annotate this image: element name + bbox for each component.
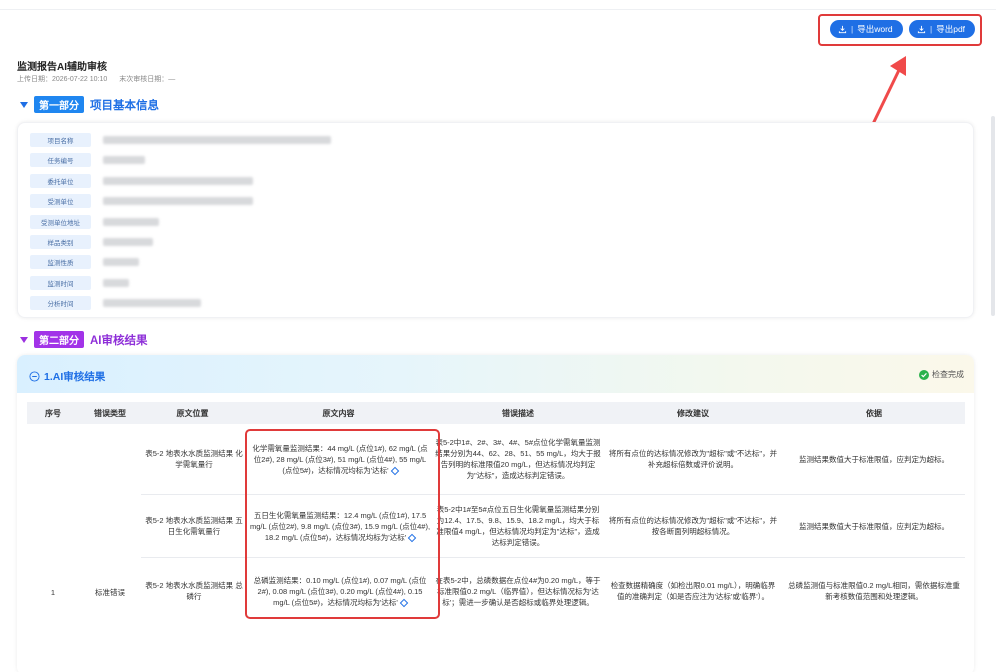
export-button-group: | 导出word | 导出pdf (818, 14, 982, 46)
section-2-badge: 第二部分 (34, 331, 84, 348)
redacted-value (103, 238, 153, 246)
upload-date: 上传日期：2026-07-22 10:10 (17, 76, 108, 83)
redacted-value (103, 299, 201, 307)
info-row-tested-unit: 受测单位 (30, 194, 253, 208)
top-bar (0, 0, 996, 10)
redacted-value (103, 258, 139, 266)
suggestion-cell: 将所有点位的达标情况修改为"超标"或"不达标"，并补充超标倍数或评价说明。 (608, 449, 778, 469)
description-cell: 表5-2中1#、2#、3#、4#、5#点位化学需氧量监测结果分别为44、62、2… (435, 438, 601, 480)
collapse-triangle-icon (20, 101, 28, 108)
location-cell: 表5-2 地表水水质监测结果 总磷行 (145, 581, 243, 601)
suggestion-cell: 将所有点位的达标情况修改为"超标"或"不达标"，并按各断面列明超标情况。 (608, 516, 778, 536)
suggestion-cell: 检查数据精确度（如检出限0.01 mg/L），明确临界值的准确判定（如是否应注为… (610, 581, 776, 601)
column-header: 序号 (45, 408, 61, 418)
location-cell: 表5-2 地表水水质监测结果 化学需氧量行 (145, 449, 243, 469)
section-1-title: 项目基本信息 (90, 99, 159, 112)
redacted-value (103, 218, 159, 226)
column-header: 原文位置 (176, 408, 209, 418)
check-circle-icon (919, 369, 929, 380)
info-label: 受测单位 (30, 194, 91, 208)
download-icon (917, 25, 926, 33)
description-cell: 在表5-2中，总磷数据在点位4#为0.20 mg/L，等于标准限值0.2 mg/… (435, 575, 601, 607)
export-pdf-label: 导出pdf (936, 24, 966, 34)
info-row-project-name: 项目名称 (30, 133, 331, 147)
basis-cell: 总磷监测值与标准限值0.2 mg/L相同，需依据标准重新考核数值范围和处理逻辑。 (788, 581, 960, 601)
section-2-title: AI审核结果 (90, 334, 148, 347)
section-2-header[interactable]: 第二部分 AI审核结果 (20, 331, 148, 348)
info-row-analysis-time: 分析时间 (30, 296, 201, 310)
description-cell: 表5-2中1#至5#点位五日生化需氧量监测结果分别为12.4、17.5、9.8、… (436, 505, 600, 547)
ai-review-toggle[interactable]: 1.AI审核结果 (29, 369, 105, 384)
download-icon (838, 25, 847, 33)
column-header: 依据 (866, 408, 882, 418)
separator: | (930, 24, 933, 34)
redacted-value (103, 197, 253, 205)
collapse-minus-icon (29, 371, 40, 382)
ai-review-card-header: 1.AI审核结果 检查完成 (17, 355, 974, 393)
report-meta: 上传日期：2026-07-22 10:10 末次审核日期：— (17, 74, 175, 84)
location-cell: 表5-2 地表水水质监测结果 五日生化需氧量行 (145, 516, 243, 536)
ai-review-card: 1.AI审核结果 检查完成 序号 错误类型 原文位置 原文内容 错误描述 修改建… (17, 355, 974, 672)
ai-review-card-title: 1.AI审核结果 (44, 371, 106, 383)
highlight-box (245, 429, 440, 619)
info-row-monitor-time: 监测时间 (30, 276, 129, 290)
last-review-date: 末次审核日期：— (119, 76, 176, 83)
page-title: 监测报告AI辅助审核 (17, 62, 107, 73)
basis-cell: 监测结果数值大于标准限值，应判定为超标。 (799, 454, 949, 464)
status-badge: 检查完成 (919, 369, 964, 380)
info-label: 受测单位地址 (30, 215, 91, 229)
redacted-value (103, 177, 253, 185)
project-info-card: 项目名称 任务编号 委托单位 受测单位 受测单位地址 样品类别 监测性质 监测时… (17, 122, 974, 318)
info-label: 委托单位 (30, 174, 91, 188)
column-header: 错误类型 (94, 408, 126, 418)
basis-cell: 监测结果数值大于标准限值，应判定为超标。 (799, 521, 949, 531)
info-row-tested-address: 受测单位地址 (30, 215, 159, 229)
info-label: 监测时间 (30, 276, 91, 290)
main-content: 监测报告AI辅助审核 上传日期：2026-07-22 10:10 末次审核日期：… (0, 46, 988, 672)
collapse-triangle-icon (20, 336, 28, 343)
info-label: 项目名称 (30, 133, 91, 147)
info-label: 任务编号 (30, 153, 91, 167)
table-header: 序号 错误类型 原文位置 原文内容 错误描述 修改建议 依据 (27, 402, 965, 424)
export-word-label: 导出word (857, 24, 893, 34)
redacted-value (103, 279, 129, 287)
info-row-monitor-nature: 监测性质 (30, 255, 139, 269)
info-label: 样品类别 (30, 235, 91, 249)
column-header: 原文内容 (322, 408, 355, 418)
export-pdf-button[interactable]: | 导出pdf (909, 20, 975, 38)
error-type: 标准错误 (95, 587, 125, 597)
page-scrollbar[interactable] (990, 46, 996, 672)
separator: | (851, 24, 854, 34)
export-word-button[interactable]: | 导出word (830, 20, 903, 38)
column-header: 修改建议 (677, 408, 709, 418)
info-row-task-number: 任务编号 (30, 153, 145, 167)
redacted-value (103, 136, 331, 144)
column-header: 错误描述 (502, 408, 534, 418)
info-row-sample-type: 样品类别 (30, 235, 153, 249)
section-1-badge: 第一部分 (34, 96, 84, 113)
redacted-value (103, 156, 145, 164)
info-label: 监测性质 (30, 255, 91, 269)
info-row-client: 委托单位 (30, 174, 253, 188)
info-label: 分析时间 (30, 296, 91, 310)
row-number: 1 (50, 587, 56, 597)
scroll-thumb[interactable] (991, 116, 995, 316)
section-1-header[interactable]: 第一部分 项目基本信息 (20, 96, 159, 113)
status-text: 检查完成 (932, 370, 964, 379)
